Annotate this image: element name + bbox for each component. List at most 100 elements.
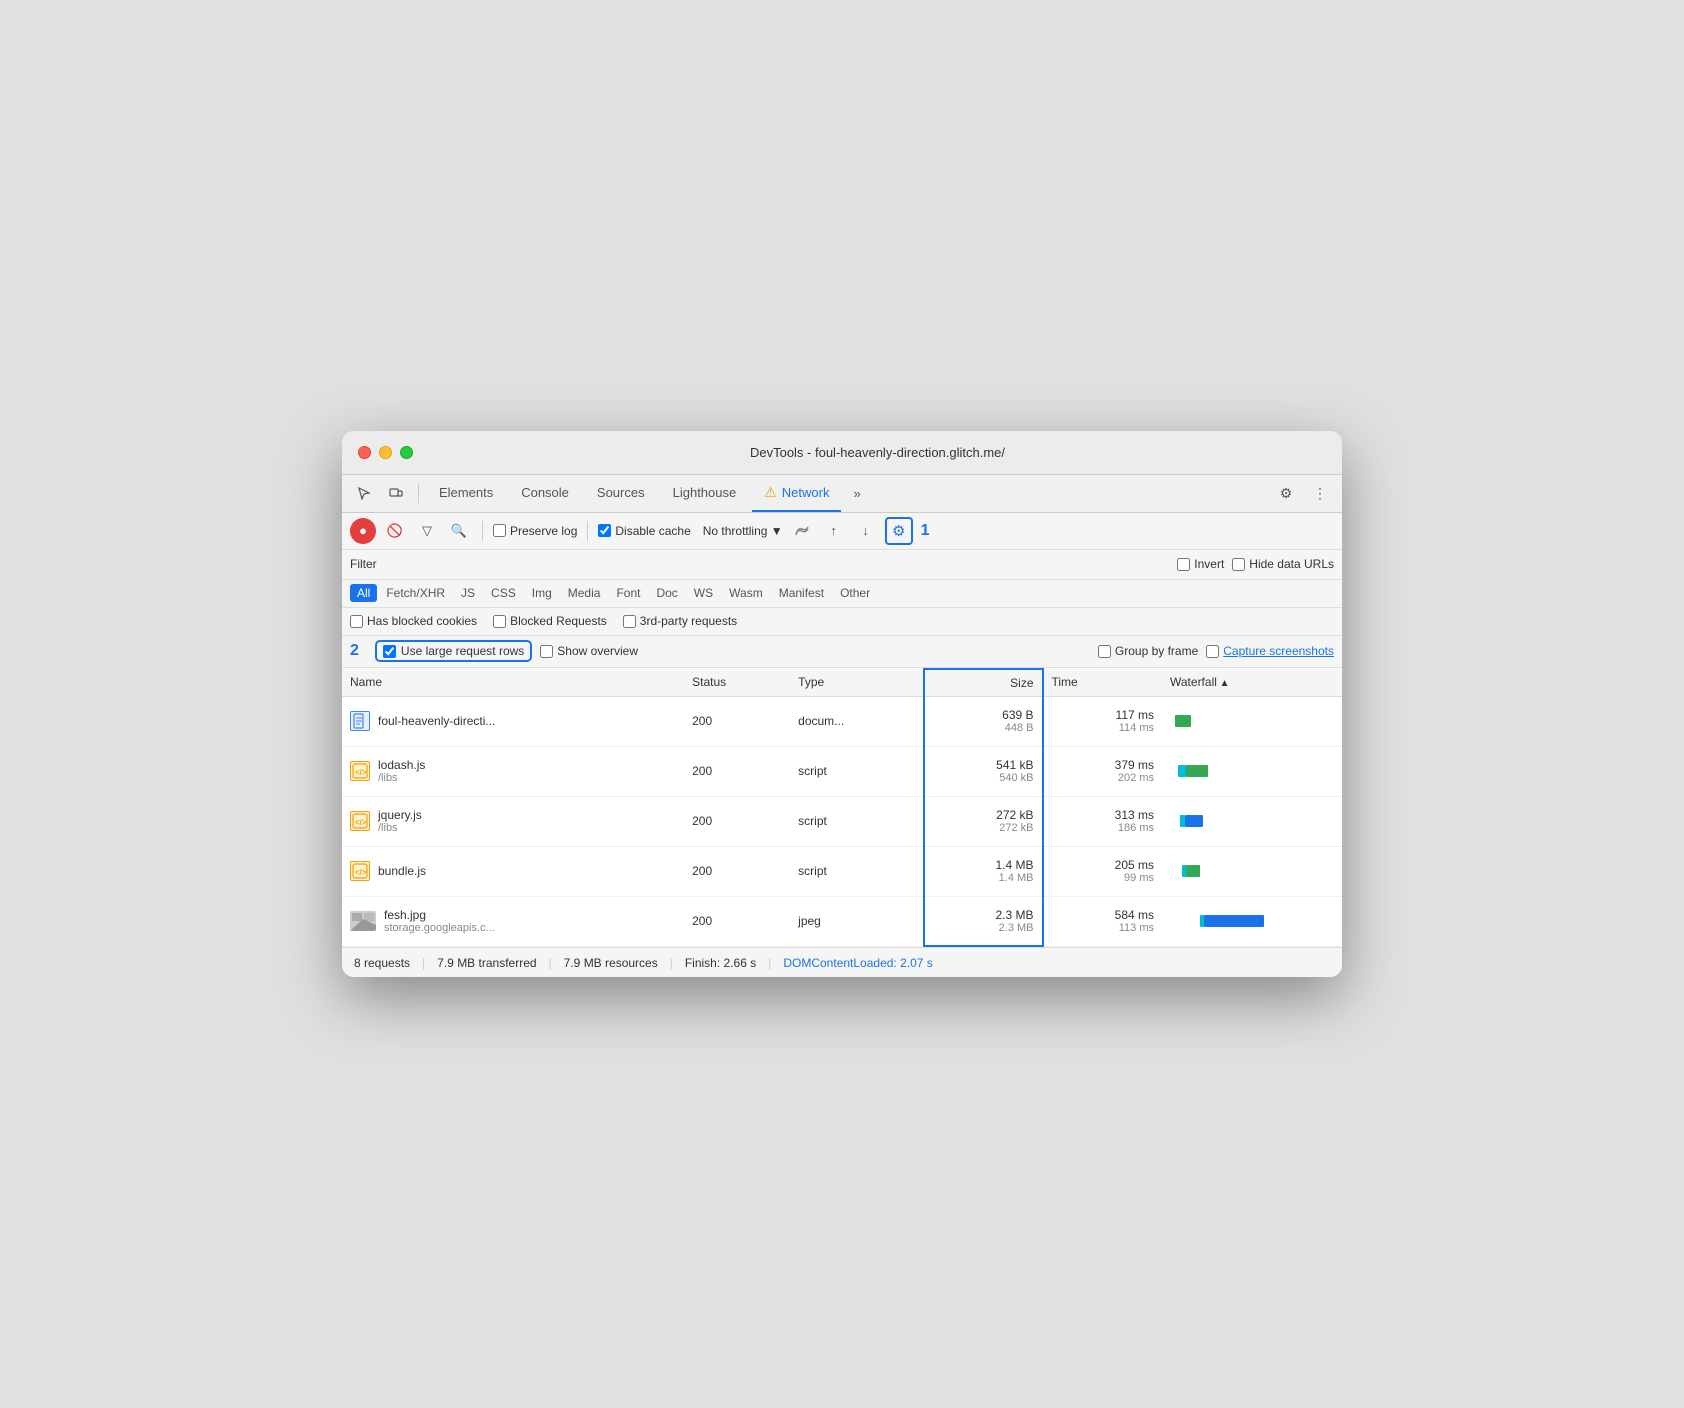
cursor-icon[interactable] <box>350 479 378 507</box>
maximize-button[interactable] <box>400 446 413 459</box>
col-time[interactable]: Time <box>1043 669 1163 697</box>
disable-cache-label[interactable]: Disable cache <box>598 524 690 538</box>
col-status[interactable]: Status <box>684 669 790 697</box>
hide-data-urls-label[interactable]: Hide data URLs <box>1232 557 1334 571</box>
col-type[interactable]: Type <box>790 669 924 697</box>
third-party-label[interactable]: 3rd-party requests <box>623 614 737 628</box>
close-button[interactable] <box>358 446 371 459</box>
third-party-checkbox[interactable] <box>623 615 636 628</box>
col-name[interactable]: Name <box>342 669 684 697</box>
waterfall-bar <box>1186 765 1208 777</box>
size-main: 1.4 MB <box>933 858 1034 872</box>
has-blocked-checkbox[interactable] <box>350 615 363 628</box>
export-icon[interactable]: ↓ <box>853 518 879 544</box>
table-row[interactable]: </> lodash.js /libs 200 script 541 kB 54… <box>342 746 1342 796</box>
show-overview-checkbox[interactable] <box>540 645 553 658</box>
group-by-frame-checkbox[interactable] <box>1098 645 1111 658</box>
toolbar-sep-1 <box>482 521 483 541</box>
tab-console[interactable]: Console <box>509 474 581 512</box>
group-by-frame-label[interactable]: Group by frame <box>1098 644 1198 658</box>
name-cell: </> bundle.js <box>342 846 684 896</box>
blocked-requests-checkbox[interactable] <box>493 615 506 628</box>
requests-count: 8 requests <box>354 956 410 970</box>
type-btn-font[interactable]: Font <box>609 584 647 602</box>
time-main: 117 ms <box>1052 708 1155 722</box>
large-request-rows-label[interactable]: Use large request rows <box>401 644 524 658</box>
settings-icon[interactable]: ⚙ <box>1272 479 1300 507</box>
type-btn-js[interactable]: JS <box>454 584 482 602</box>
table-row[interactable]: </> jquery.js /libs 200 script 272 kB 27… <box>342 796 1342 846</box>
waterfall-bar <box>1186 865 1200 877</box>
invert-label[interactable]: Invert <box>1177 557 1224 571</box>
status-cell: 200 <box>684 846 790 896</box>
minimize-button[interactable] <box>379 446 392 459</box>
time-sub: 114 ms <box>1052 722 1155 734</box>
time-cell: 379 ms 202 ms <box>1043 746 1163 796</box>
capture-screenshots-label[interactable]: Capture screenshots <box>1206 644 1334 658</box>
time-cell: 205 ms 99 ms <box>1043 846 1163 896</box>
has-blocked-label[interactable]: Has blocked cookies <box>350 614 477 628</box>
more-menu-icon[interactable]: ⋮ <box>1306 479 1334 507</box>
network-conditions-icon[interactable] <box>789 518 815 544</box>
invert-checkbox[interactable] <box>1177 558 1190 571</box>
file-name: lodash.js <box>378 758 425 772</box>
size-main: 2.3 MB <box>933 908 1034 922</box>
devtools-tabs: Elements Console Sources Lighthouse ⚠ Ne… <box>342 475 1342 513</box>
titlebar: DevTools - foul-heavenly-direction.glitc… <box>342 431 1342 475</box>
hide-data-urls-checkbox[interactable] <box>1232 558 1245 571</box>
type-cell: docum... <box>790 696 924 746</box>
waterfall-bar-container <box>1170 851 1334 891</box>
window-title: DevTools - foul-heavenly-direction.glitc… <box>429 445 1326 460</box>
js-icon: </> <box>350 811 370 831</box>
tab-network[interactable]: ⚠ Network <box>752 474 841 512</box>
type-btn-manifest[interactable]: Manifest <box>772 584 831 602</box>
type-btn-img[interactable]: Img <box>525 584 559 602</box>
type-btn-fetchxhr[interactable]: Fetch/XHR <box>379 584 452 602</box>
preserve-log-checkbox[interactable] <box>493 524 506 537</box>
import-icon[interactable]: ↑ <box>821 518 847 544</box>
table-row[interactable]: foul-heavenly-directi... 200 docum... 63… <box>342 696 1342 746</box>
col-waterfall[interactable]: Waterfall <box>1162 669 1342 697</box>
tab-elements[interactable]: Elements <box>427 474 505 512</box>
size-main: 639 B <box>933 708 1034 722</box>
type-btn-all[interactable]: All <box>350 584 377 602</box>
type-btn-media[interactable]: Media <box>561 584 608 602</box>
waterfall-cell <box>1162 846 1342 896</box>
type-btn-other[interactable]: Other <box>833 584 877 602</box>
large-request-rows-checkbox[interactable] <box>383 645 396 658</box>
preserve-log-label[interactable]: Preserve log <box>493 524 577 538</box>
filter-icon[interactable]: ▽ <box>414 518 440 544</box>
blocked-requests-label[interactable]: Blocked Requests <box>493 614 607 628</box>
type-btn-wasm[interactable]: Wasm <box>722 584 770 602</box>
device-icon[interactable] <box>382 479 410 507</box>
status-cell: 200 <box>684 896 790 946</box>
search-network-icon[interactable]: 🔍 <box>446 518 472 544</box>
type-btn-ws[interactable]: WS <box>687 584 720 602</box>
size-sub: 272 kB <box>933 822 1034 834</box>
file-name-block: bundle.js <box>378 864 426 878</box>
network-settings-button[interactable]: ⚙ <box>885 517 913 545</box>
filter-row: Filter Invert Hide data URLs <box>342 550 1342 580</box>
show-overview-label[interactable]: Show overview <box>540 644 638 658</box>
table-row[interactable]: fesh.jpg storage.googleapis.c... 200 jpe… <box>342 896 1342 946</box>
disable-cache-checkbox[interactable] <box>598 524 611 537</box>
table-row[interactable]: </> bundle.js 200 script 1.4 MB 1.4 MB 2… <box>342 846 1342 896</box>
size-main: 272 kB <box>933 808 1034 822</box>
capture-screenshots-checkbox[interactable] <box>1206 645 1219 658</box>
tab-sources[interactable]: Sources <box>585 474 657 512</box>
time-cell: 584 ms 113 ms <box>1043 896 1163 946</box>
tab-lighthouse[interactable]: Lighthouse <box>661 474 749 512</box>
size-cell: 639 B 448 B <box>924 696 1043 746</box>
throttling-select[interactable]: No throttling ▼ <box>703 524 783 538</box>
type-btn-doc[interactable]: Doc <box>649 584 684 602</box>
record-button[interactable]: ● <box>350 518 376 544</box>
table-header: Name Status Type Size Time Waterfall <box>342 669 1342 697</box>
col-size[interactable]: Size <box>924 669 1043 697</box>
type-btn-css[interactable]: CSS <box>484 584 523 602</box>
clear-button[interactable]: 🚫 <box>382 518 408 544</box>
tabs-overflow-button[interactable]: » <box>845 486 868 501</box>
time-main: 205 ms <box>1052 858 1155 872</box>
tab-separator <box>418 483 419 503</box>
js-icon: </> <box>350 761 370 781</box>
time-cell: 117 ms 114 ms <box>1043 696 1163 746</box>
